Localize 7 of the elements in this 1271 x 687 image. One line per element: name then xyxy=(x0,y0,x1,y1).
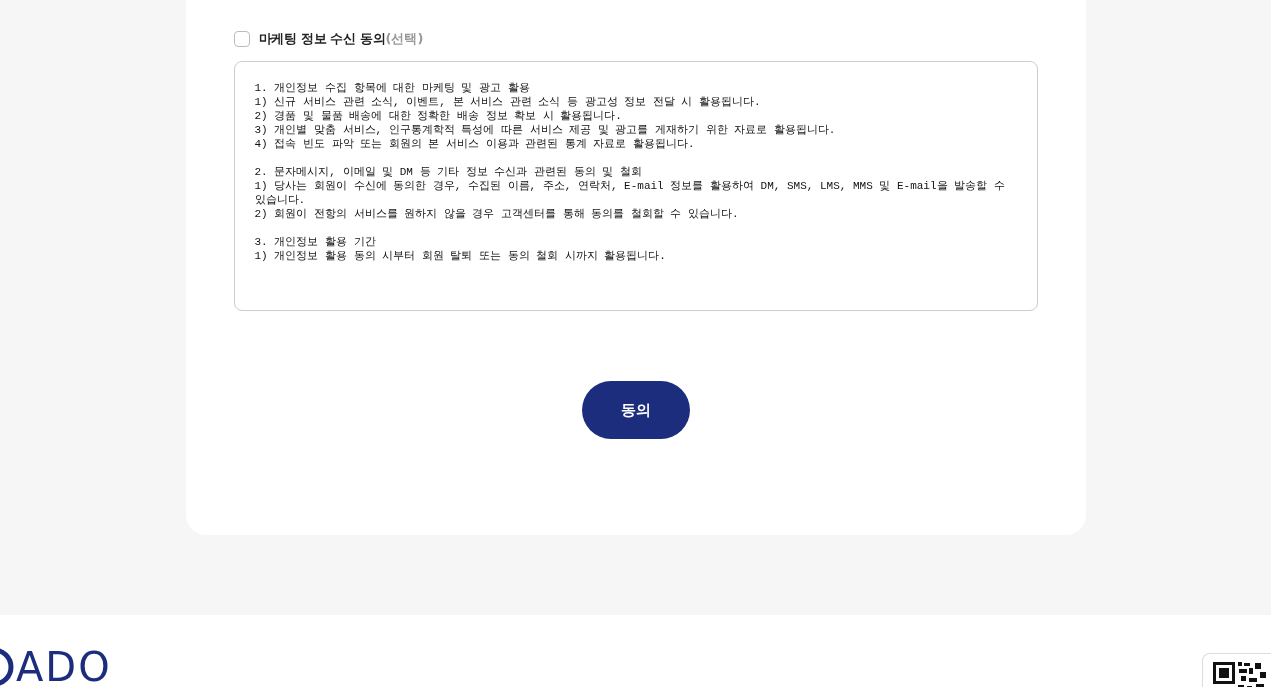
logo-mark-icon xyxy=(0,647,14,687)
optional-label: (선택) xyxy=(385,30,424,48)
terms-text-area[interactable]: 1. 개인정보 수집 항목에 대한 마케팅 및 광고 활용 1) 신규 서비스 관련 소식, 이벤트, 본 서비스 관련 소식 등 광고성 정보 전달 시 활용됩니다. 2) 경품 및 물품 배송에 대한 정확한 배송 정보 확보 시 활용됩니다. 3) 개인별 맞춤 서비스, 인구통계학적 특성에 따른 서비스 제공 및 광고를 게재하기 위한 자료로 활용됩니다. 4) 접속 빈도 파악 또는 회원의 본 서비스 이용과 관련된 통계 자료로 활용됩니다. 2. 문자메시지, 이메일 및 DM 등 기타 정보 수신과 관련된 동의 및 철회 1) 당사는 회원이 수신에 동의한 경우, 수집된 이름, 주소, 연락처, E-mail 정보를 활용하여 DM, SMS, LMS, MMS 및 E-mail을 발송할 수 있습니다. 2) 회원이 전항의 서비스를 원하지 않을 경우 고객센터를 통해 동의를 철회할 수 있습니다. 3. 개인정보 활용 기간 1) 개인정보 활용 동의 시부터 회원 탈퇴 또는 동의 철회 시까지 활용됩니다. xyxy=(233,61,1038,311)
checkbox[interactable] xyxy=(233,31,250,47)
agree-button[interactable]: 동의 xyxy=(581,381,690,439)
logo: ADO xyxy=(16,647,112,687)
consent-label: 마케팅 정보 수신 동의 xyxy=(258,30,386,48)
